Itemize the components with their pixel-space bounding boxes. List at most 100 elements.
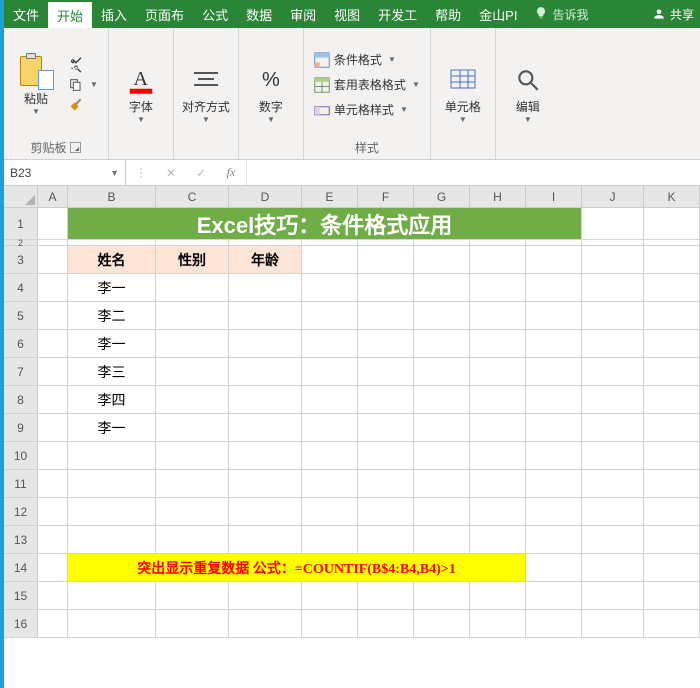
- table-format-button[interactable]: 套用表格格式 ▼: [312, 75, 422, 94]
- row-header[interactable]: 9: [4, 414, 38, 441]
- table-format-label: 套用表格格式: [334, 76, 406, 93]
- col-header[interactable]: G: [414, 186, 470, 207]
- tab-jinshan[interactable]: 金山PI: [470, 0, 526, 28]
- x-icon: ✕: [166, 166, 176, 180]
- chevron-down-icon: ▼: [137, 115, 145, 124]
- cut-button[interactable]: [66, 56, 100, 74]
- name-cell[interactable]: 李一: [68, 330, 156, 357]
- tab-help[interactable]: 帮助: [426, 0, 470, 28]
- search-icon: [515, 67, 541, 93]
- tab-view[interactable]: 视图: [325, 0, 369, 28]
- font-label: 字体: [129, 98, 153, 115]
- cell-style-button[interactable]: 单元格样式 ▼: [312, 100, 422, 119]
- formula-note-cell[interactable]: 突出显示重复数据 公式：=COUNTIF(B$4:B4,B4)>1: [68, 554, 526, 581]
- paste-label: 粘贴: [24, 90, 48, 107]
- paintbrush-icon: [68, 97, 84, 113]
- header-age[interactable]: 年龄: [229, 246, 302, 273]
- percent-icon: %: [262, 69, 280, 92]
- row-header[interactable]: 15: [4, 582, 38, 609]
- row-header[interactable]: 4: [4, 274, 38, 301]
- font-button[interactable]: A 字体 ▼: [117, 62, 165, 124]
- insert-function-button[interactable]: fx: [216, 160, 246, 185]
- conditional-format-button[interactable]: 条件格式 ▼: [312, 50, 422, 69]
- paste-button[interactable]: 粘贴 ▼: [12, 54, 60, 116]
- cells-label: 单元格: [445, 98, 481, 115]
- share-button[interactable]: 共享: [646, 0, 700, 28]
- format-painter-button[interactable]: [66, 96, 100, 114]
- formula-input[interactable]: [247, 160, 700, 185]
- name-cell[interactable]: 李三: [68, 358, 156, 385]
- tab-data[interactable]: 数据: [237, 0, 281, 28]
- tab-insert[interactable]: 插入: [92, 0, 136, 28]
- row-header[interactable]: 3: [4, 246, 38, 273]
- name-box[interactable]: B23 ▼: [4, 160, 126, 185]
- tab-home[interactable]: 开始: [48, 0, 92, 28]
- chevron-down-icon: ▼: [32, 107, 40, 116]
- cells-icon: [448, 67, 478, 93]
- dots-icon: ⋮: [135, 166, 147, 180]
- lightbulb-icon: [534, 6, 548, 23]
- cells-button[interactable]: 单元格 ▼: [439, 62, 487, 124]
- col-header[interactable]: B: [68, 186, 156, 207]
- row-header[interactable]: 11: [4, 470, 38, 497]
- chevron-down-icon: ▼: [524, 115, 532, 124]
- header-name[interactable]: 姓名: [68, 246, 156, 273]
- title-cell[interactable]: Excel技巧：条件格式应用: [68, 208, 582, 239]
- svg-text:A: A: [133, 68, 148, 90]
- col-header[interactable]: F: [358, 186, 414, 207]
- col-header[interactable]: J: [582, 186, 644, 207]
- name-cell[interactable]: 李四: [68, 386, 156, 413]
- name-cell[interactable]: 李一: [68, 274, 156, 301]
- clipboard-dialog-launcher[interactable]: [70, 142, 81, 153]
- row-header[interactable]: 12: [4, 498, 38, 525]
- ribbon: 粘贴 ▼ ▼ 剪贴板 A: [4, 28, 700, 160]
- clipboard-group-label: 剪贴板: [30, 139, 66, 156]
- editing-button[interactable]: 编辑 ▼: [504, 62, 552, 124]
- copy-button[interactable]: ▼: [66, 76, 100, 94]
- group-number: % 数字 ▼: [239, 28, 304, 159]
- chevron-down-icon: ▼: [400, 105, 408, 114]
- group-cells: 单元格 ▼: [431, 28, 496, 159]
- table-row: 6 李一: [4, 330, 700, 358]
- col-header[interactable]: K: [644, 186, 700, 207]
- row-header[interactable]: 14: [4, 554, 38, 581]
- tab-file[interactable]: 文件: [4, 0, 48, 28]
- row-header[interactable]: 16: [4, 610, 38, 637]
- tab-formulas[interactable]: 公式: [193, 0, 237, 28]
- tab-developer[interactable]: 开发工: [369, 0, 426, 28]
- row-header[interactable]: 10: [4, 442, 38, 469]
- alignment-button[interactable]: 对齐方式 ▼: [182, 62, 230, 124]
- tab-review[interactable]: 审阅: [281, 0, 325, 28]
- chevron-down-icon: ▼: [90, 80, 98, 89]
- worksheet-grid[interactable]: A B C D E F G H I J K 1 Excel技巧：条件格式应用 2…: [4, 186, 700, 638]
- header-sex[interactable]: 性别: [156, 246, 229, 273]
- table-row: 1 Excel技巧：条件格式应用: [4, 208, 700, 240]
- row-header[interactable]: 2: [4, 240, 38, 245]
- col-header[interactable]: A: [38, 186, 68, 207]
- row-header[interactable]: 7: [4, 358, 38, 385]
- row-header[interactable]: 1: [4, 208, 38, 239]
- col-header[interactable]: H: [470, 186, 526, 207]
- alignment-label: 对齐方式: [182, 98, 230, 115]
- column-headers: A B C D E F G H I J K: [4, 186, 700, 208]
- row-header[interactable]: 6: [4, 330, 38, 357]
- chevron-down-icon: ▼: [110, 168, 119, 178]
- row-header[interactable]: 5: [4, 302, 38, 329]
- col-header[interactable]: I: [526, 186, 582, 207]
- fb-ext-button[interactable]: ⋮: [126, 160, 156, 185]
- row-header[interactable]: 13: [4, 526, 38, 553]
- row-header[interactable]: 8: [4, 386, 38, 413]
- col-header[interactable]: D: [229, 186, 302, 207]
- name-cell[interactable]: 李二: [68, 302, 156, 329]
- menu-bar: 文件 开始 插入 页面布 公式 数据 审阅 视图 开发工 帮助 金山PI 告诉我…: [4, 0, 700, 28]
- check-icon: ✓: [196, 166, 206, 180]
- select-all-corner[interactable]: [4, 186, 38, 207]
- col-header[interactable]: C: [156, 186, 229, 207]
- col-header[interactable]: E: [302, 186, 358, 207]
- name-cell[interactable]: 李一: [68, 414, 156, 441]
- chevron-down-icon: ▼: [267, 115, 275, 124]
- table-row: 15: [4, 582, 700, 610]
- tell-me-search[interactable]: 告诉我: [526, 0, 596, 28]
- tab-page-layout[interactable]: 页面布: [136, 0, 193, 28]
- number-button[interactable]: % 数字 ▼: [247, 62, 295, 124]
